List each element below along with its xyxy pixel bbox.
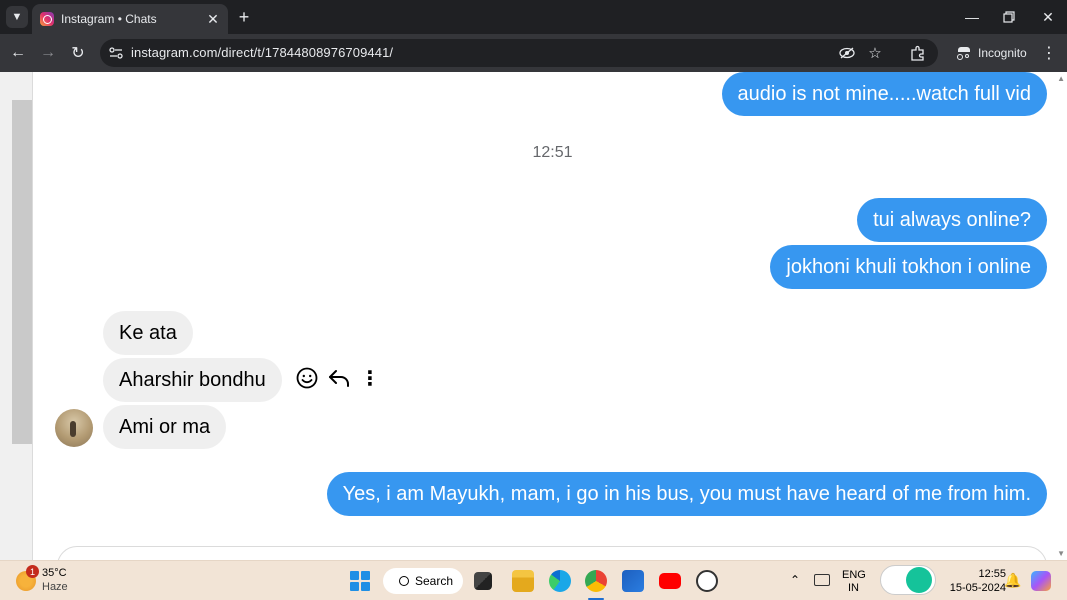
clock-app-icon[interactable] [696, 570, 718, 592]
tab-search-dropdown-icon[interactable]: ▼ [6, 6, 28, 28]
chat-page: audio is not mine.....watch full vid 12:… [0, 72, 1067, 560]
keyboard-icon[interactable] [814, 574, 830, 586]
weather-notification-badge: 1 [26, 565, 39, 578]
forward-arrow-icon[interactable]: → [36, 41, 60, 65]
instagram-favicon-icon [40, 12, 54, 26]
message-composer-input[interactable] [57, 546, 1047, 560]
scroll-up-arrow-icon[interactable]: ▲ [1057, 74, 1065, 83]
incognito-indicator[interactable]: Incognito [950, 41, 1035, 65]
language-indicator-top[interactable]: ENG [842, 569, 866, 581]
message-outgoing[interactable]: Yes, i am Mayukh, mam, i go in his bus, … [326, 472, 1047, 516]
extensions-puzzle-icon[interactable] [906, 41, 930, 65]
task-view-icon[interactable] [474, 572, 492, 590]
reply-glyph [329, 370, 349, 387]
page-scrollbar[interactable]: ▲ ▼ [1055, 72, 1067, 560]
new-tab-plus-icon[interactable]: + [234, 6, 254, 28]
close-window-icon[interactable]: ✕ [1034, 4, 1062, 30]
scroll-down-arrow-icon[interactable]: ▼ [1057, 549, 1065, 558]
browser-toolbar: ← → ↻ instagram.com/direct/t/17844808976… [0, 34, 1067, 72]
message-outgoing[interactable]: audio is not mine.....watch full vid [721, 72, 1047, 116]
bookmark-star-icon[interactable]: ☆ [866, 44, 884, 62]
reload-icon[interactable]: ↻ [66, 41, 90, 65]
clock-date[interactable]: 15-05-2024 [944, 582, 1006, 594]
address-bar[interactable]: instagram.com/direct/t/17844808976709441… [100, 39, 938, 67]
windows-start-icon[interactable] [349, 570, 371, 592]
message-outgoing[interactable]: tui always online? [857, 198, 1047, 242]
message-incoming[interactable]: Aharshir bondhu [103, 358, 282, 402]
chrome-browser-icon[interactable] [585, 570, 607, 592]
incognito-icon [956, 46, 972, 60]
search-icon [399, 576, 409, 586]
eye-off-glyph [839, 47, 855, 59]
youtube-icon[interactable] [659, 573, 681, 589]
browser-menu-dots-icon[interactable]: ⋮ [1040, 41, 1058, 65]
show-hidden-icons-chevron-icon[interactable]: ⌃ [790, 573, 800, 587]
restore-glyph [1003, 11, 1015, 23]
reply-arrow-icon[interactable] [327, 366, 351, 390]
smiley-glyph [296, 367, 318, 389]
tab-title: Instagram • Chats [61, 12, 157, 26]
more-options-dots-icon[interactable]: ⋮ [358, 366, 382, 390]
copilot-icon[interactable] [1031, 571, 1051, 591]
tune-glyph [109, 47, 123, 59]
message-timestamp: 12:51 [532, 144, 573, 161]
incognito-label: Incognito [978, 46, 1027, 60]
weather-description[interactable]: Haze [42, 581, 68, 593]
minimize-window-icon[interactable]: — [958, 4, 986, 30]
site-info-tune-icon[interactable] [108, 45, 124, 61]
language-indicator-bottom[interactable]: IN [848, 582, 859, 594]
tab-instagram-chats[interactable]: Instagram • Chats ✕ [32, 4, 228, 34]
notification-bell-icon[interactable]: 🔔 [1004, 572, 1021, 589]
weather-temperature[interactable]: 35°C [42, 567, 67, 579]
clock-time[interactable]: 12:55 [966, 568, 1006, 580]
taskbar-search-box[interactable]: Search [383, 568, 463, 594]
tracking-blocked-eye-icon[interactable] [838, 44, 856, 62]
url-text[interactable]: instagram.com/direct/t/17844808976709441… [131, 45, 393, 60]
browser-tab-bar: ▼ Instagram • Chats ✕ + — ✕ [0, 0, 1067, 34]
restore-window-icon[interactable] [995, 4, 1023, 30]
message-incoming[interactable]: Ami or ma [103, 405, 227, 449]
message-incoming[interactable]: Ke ata [103, 311, 193, 355]
grammarly-g-icon[interactable] [906, 567, 932, 593]
edge-browser-icon[interactable] [549, 570, 571, 592]
contact-avatar[interactable] [55, 409, 93, 447]
message-outgoing[interactable]: jokhoni khuli tokhon i online [770, 245, 1047, 289]
react-emoji-icon[interactable] [295, 366, 319, 390]
tab-close-icon[interactable]: ✕ [204, 10, 222, 28]
puzzle-glyph [911, 45, 924, 61]
microsoft-store-icon[interactable] [622, 570, 644, 592]
file-explorer-icon[interactable] [512, 570, 534, 592]
windows-taskbar: 1 35°C Haze Search ⌃ ENG IN 12:55 15-05-… [0, 560, 1067, 600]
back-arrow-icon[interactable]: ← [6, 41, 30, 65]
taskbar-search-label: Search [415, 574, 454, 588]
